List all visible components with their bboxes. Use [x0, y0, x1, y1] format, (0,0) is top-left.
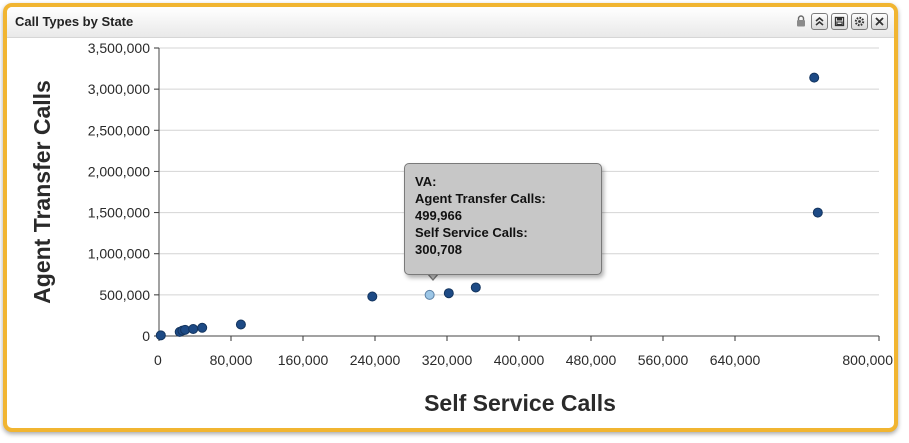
data-point[interactable] [443, 288, 454, 299]
data-point[interactable] [367, 291, 378, 302]
x-tick-label: 80,000 [210, 352, 253, 368]
data-point[interactable] [470, 282, 481, 293]
y-axis-title: Agent Transfer Calls [29, 80, 55, 304]
x-tick-label: 480,000 [566, 352, 617, 368]
tooltip-state: VA: [415, 174, 437, 189]
y-tick-label: 2,000,000 [88, 163, 150, 179]
x-tick-label: 320,000 [422, 352, 473, 368]
y-tick-label: 1,000,000 [88, 246, 150, 262]
y-tick-label: 3,000,000 [88, 81, 150, 97]
tooltip-y-value: 499,966 [415, 208, 462, 223]
data-point-highlighted[interactable] [424, 289, 435, 300]
y-tick-label: 1,500,000 [88, 205, 150, 221]
data-point[interactable] [235, 319, 246, 330]
y-tick-label: 2,500,000 [88, 122, 150, 138]
data-point[interactable] [180, 324, 191, 335]
x-tick-label: 0 [154, 352, 162, 368]
x-tick-label: 240,000 [350, 352, 401, 368]
tooltip-y-label: Agent Transfer Calls: [415, 191, 546, 206]
x-axis-title: Self Service Calls [424, 390, 616, 416]
tooltip-x-label: Self Service Calls: [415, 225, 528, 240]
x-tick-label: 160,000 [278, 352, 329, 368]
data-point[interactable] [188, 324, 199, 335]
x-tick-label: 560,000 [638, 352, 689, 368]
data-point[interactable] [197, 322, 208, 333]
x-tick-label: 400,000 [494, 352, 545, 368]
x-tick-label: 640,000 [710, 352, 761, 368]
data-point[interactable] [812, 207, 823, 218]
data-tooltip: VA: Agent Transfer Calls: 499,966 Self S… [404, 163, 602, 275]
y-tick-label: 500,000 [99, 287, 150, 303]
y-tick-label: 0 [142, 328, 150, 344]
x-tick-label: 800,000 [842, 352, 893, 368]
data-point[interactable] [809, 72, 820, 83]
y-tick-label: 3,500,000 [88, 40, 150, 56]
data-point[interactable] [155, 330, 166, 341]
tooltip-x-value: 300,708 [415, 242, 462, 257]
